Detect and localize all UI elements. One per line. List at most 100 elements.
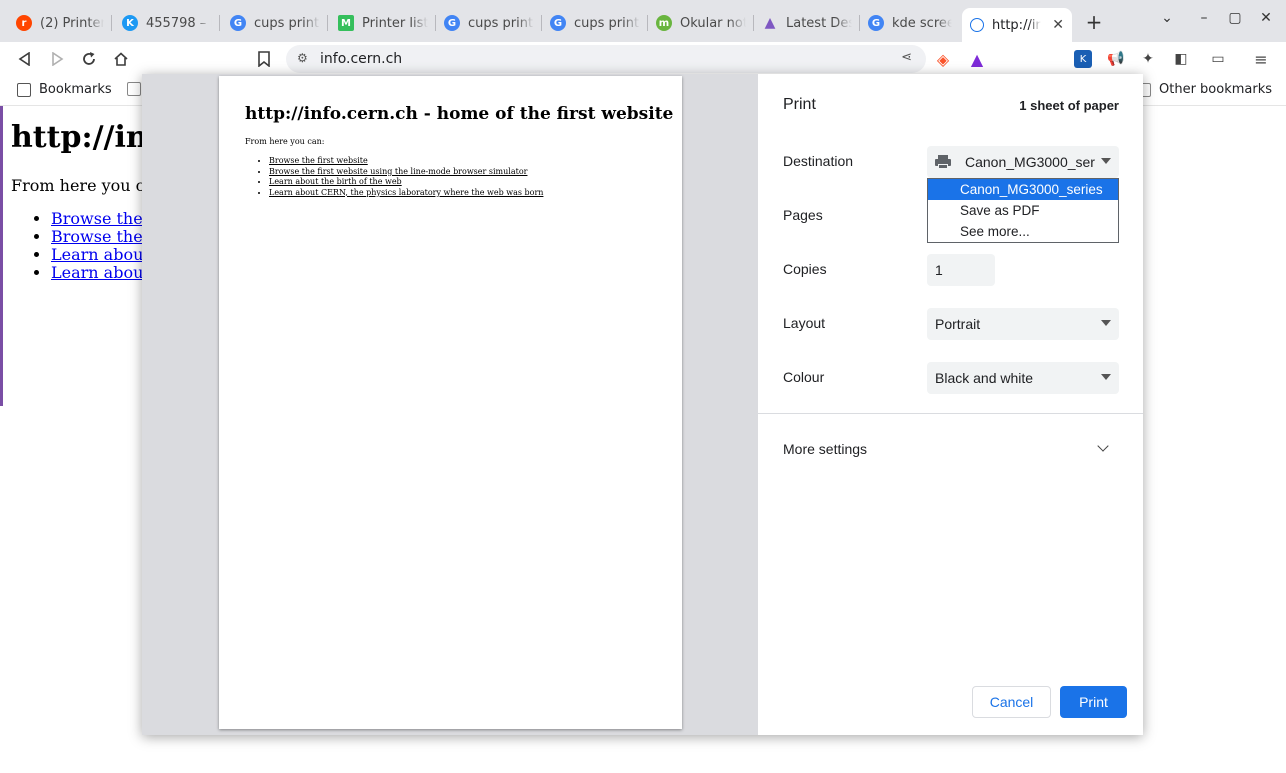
tab-title: kde screen [892,15,952,31]
bookmarks-label: Bookmarks [39,82,112,97]
bookmarks-icon [17,82,31,97]
print-dialog: http://info.cern.ch - home of the first … [142,74,1143,735]
globe-icon [970,18,984,32]
tab-2[interactable]: K 455798 – N [114,8,220,38]
tab-1[interactable]: r (2) Printers [8,8,112,38]
list-item: Browse the first website [269,156,543,167]
home-icon[interactable] [109,47,133,71]
tab-title: cups printe [468,15,534,31]
dropdown-arrow-icon [1101,158,1111,164]
preview-link: Learn about the birth of the web [269,177,402,186]
tab-title: Printer liste [362,15,428,31]
print-settings-panel: Print 1 sheet of paper Destination Canon… [758,74,1143,735]
dropdown-arrow-icon [1101,320,1111,326]
window-edge [0,106,3,406]
google-icon: G [444,15,460,31]
wallet-icon[interactable]: ▭ [1207,48,1229,70]
google-icon: G [550,15,566,31]
preview-link: Browse the first website [269,156,368,165]
dropdown-arrow-icon [1101,374,1111,380]
tab-8[interactable]: ▲ Latest Desk [754,8,860,38]
destination-option-pdf[interactable]: Save as PDF [928,200,1118,221]
layout-select[interactable]: Portrait [927,308,1119,340]
settings-divider [758,413,1143,414]
back-icon[interactable] [13,47,37,71]
printer-icon [935,155,951,169]
manjaro-icon: M [338,15,354,31]
reddit-icon: r [16,15,32,31]
forward-icon[interactable] [45,47,69,71]
list-item: Browse the first website using the line-… [269,167,543,178]
destination-dropdown: Canon_MG3000_series Save as PDF See more… [927,178,1119,243]
tab-title: Okular not [680,15,746,31]
menu-icon[interactable]: ≡ [1250,48,1272,70]
colour-select[interactable]: Black and white [927,362,1119,394]
tab-title: 455798 – N [146,15,212,31]
close-tab-icon[interactable]: ✕ [1046,17,1064,33]
other-bookmarks[interactable]: Other bookmarks [1137,82,1272,97]
destination-option-more[interactable]: See more... [928,221,1118,242]
destination-label: Destination [783,153,854,169]
tab-5[interactable]: G cups printe [436,8,542,38]
copies-label: Copies [783,261,827,277]
triangle-icon: ▲ [764,15,776,31]
folder-icon [127,82,141,96]
copies-input[interactable]: 1 [927,254,995,286]
print-title: Print [783,96,816,113]
colour-label: Colour [783,369,825,385]
tab-10-active[interactable]: http://ir ✕ [962,8,1072,42]
brave-shields-icon[interactable]: ◈ [932,48,954,70]
extension-kde-icon[interactable]: K [1074,50,1092,68]
destination-option-canon[interactable]: Canon_MG3000_series [928,179,1118,200]
preview-link: Browse the first website using the line-… [269,166,528,176]
tab-strip: r (2) Printers K 455798 – N G cups print… [0,0,1286,42]
tab-search-icon[interactable]: ⌄ [1157,10,1177,26]
preview-sheet: http://info.cern.ch - home of the first … [219,76,682,729]
more-settings-toggle[interactable]: More settings [783,441,867,457]
chevron-down-icon[interactable] [1097,440,1109,452]
sheet-count: 1 sheet of paper [1019,98,1119,113]
maximize-icon[interactable]: ▢ [1225,10,1245,26]
destination-select[interactable]: Canon_MG3000_series [927,146,1119,178]
preview-link: Learn about CERN, the physics laboratory… [269,187,544,197]
close-window-icon[interactable]: ✕ [1256,10,1276,26]
print-button[interactable]: Print [1060,686,1127,718]
toolbar: ⚙ info.cern.ch ⋖ ◈ ▲ K 📢 ✦ ◧ ▭ ≡ [0,42,1286,76]
cancel-button[interactable]: Cancel [972,686,1051,718]
preview-intro: From here you can: [245,137,325,146]
address-url: info.cern.ch [320,51,403,67]
sidebar-icon[interactable]: ◧ [1170,48,1192,70]
address-bar[interactable]: ⚙ info.cern.ch ⋖ [286,45,926,73]
tab-title: (2) Printers [40,15,104,31]
destination-value: Canon_MG3000_series [965,154,1095,170]
bookmark-icon[interactable] [252,47,276,71]
tab-6[interactable]: G cups printe [542,8,648,38]
site-info-icon[interactable]: ⚙ [297,51,308,65]
tab-title: http://ir [992,17,1041,33]
new-tab-button[interactable]: + [1082,10,1106,34]
colour-value: Black and white [935,370,1034,386]
tab-9[interactable]: G kde screen [860,8,960,38]
other-bookmarks-label: Other bookmarks [1159,82,1273,97]
list-item: Learn about the birth of the web [269,177,543,188]
tab-title: cups printe [254,15,320,31]
tab-4[interactable]: M Printer liste [330,8,436,38]
megaphone-icon[interactable]: 📢 [1105,48,1127,70]
pages-label: Pages [783,207,823,223]
kde-icon: K [122,15,138,31]
tab-7[interactable]: m Okular not [648,8,754,38]
layout-label: Layout [783,315,826,331]
preview-heading: http://info.cern.ch - home of the first … [245,104,674,124]
print-preview-area: http://info.cern.ch - home of the first … [142,74,758,735]
share-icon[interactable]: ⋖ [901,50,912,65]
bookmarks-folder[interactable]: Bookmarks [17,82,112,97]
reload-icon[interactable] [77,47,101,71]
list-item: Learn about CERN, the physics laboratory… [269,188,543,199]
tab-3[interactable]: G cups printe [222,8,328,38]
layout-value: Portrait [935,316,981,332]
google-icon: G [230,15,246,31]
extensions-puzzle-icon[interactable]: ✦ [1137,48,1159,70]
minimize-icon[interactable]: – [1194,10,1214,26]
mint-icon: m [656,15,672,31]
brave-rewards-icon[interactable]: ▲ [966,48,988,70]
